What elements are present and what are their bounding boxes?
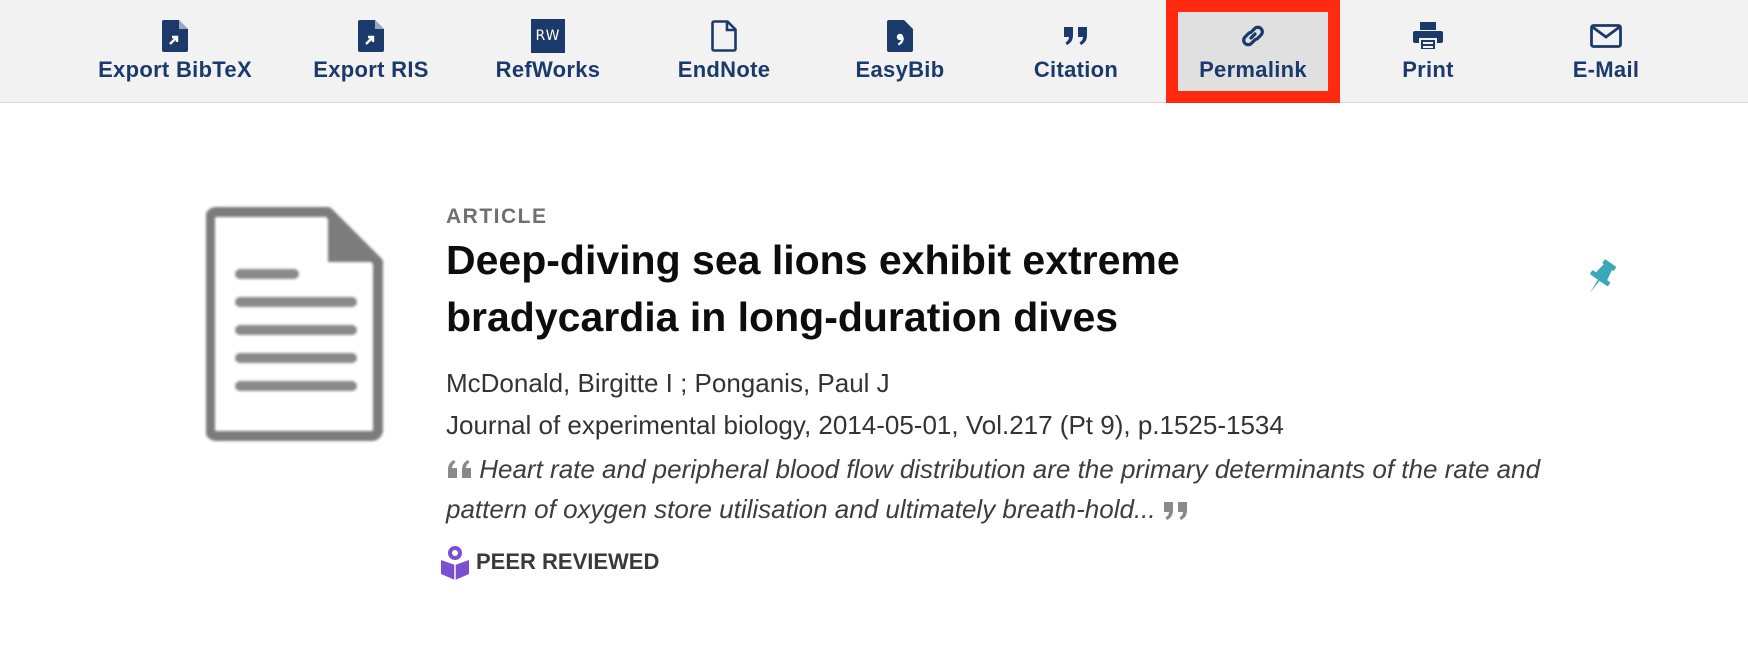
pushpin-icon[interactable] — [1580, 256, 1622, 298]
document-icon — [205, 206, 386, 442]
link-icon — [1235, 18, 1271, 54]
file-comma-icon — [882, 18, 918, 54]
close-quote-icon — [1163, 492, 1189, 530]
export-ris-button[interactable]: Export RIS — [306, 0, 436, 103]
peer-reviewed-icon — [440, 544, 470, 580]
refworks-button[interactable]: RW RefWorks — [488, 0, 608, 103]
open-quote-icon — [446, 452, 472, 490]
export-bibtex-label: Export BibTeX — [98, 57, 252, 82]
refworks-icon: RW — [530, 18, 566, 54]
citation-label: Citation — [1033, 57, 1119, 82]
refworks-icon-text: RW — [531, 19, 565, 53]
easybib-button[interactable]: EasyBib — [846, 0, 954, 103]
print-label: Print — [1402, 57, 1454, 82]
printer-icon — [1410, 18, 1446, 54]
peer-reviewed-label: PEER REVIEWED — [476, 549, 660, 574]
permalink-button[interactable]: Permalink — [1166, 0, 1340, 103]
permalink-label: Permalink — [1199, 57, 1307, 82]
file-icon — [706, 18, 742, 54]
peer-reviewed-badge: PEER REVIEWED — [440, 544, 659, 580]
record-title-link[interactable]: Deep-diving sea lions exhibit extreme br… — [446, 232, 1306, 346]
endnote-button[interactable]: EndNote — [668, 0, 780, 103]
envelope-icon — [1588, 18, 1624, 54]
snippet-text: Heart rate and peripheral blood flow dis… — [446, 454, 1541, 525]
record-source: Journal of experimental biology, 2014-05… — [446, 410, 1284, 440]
endnote-label: EndNote — [677, 57, 771, 82]
export-bibtex-button[interactable]: Export BibTeX — [94, 0, 256, 103]
export-ris-label: Export RIS — [313, 57, 429, 82]
file-export-icon — [353, 18, 389, 54]
record-authors: McDonald, Birgitte I ; Ponganis, Paul J — [446, 368, 890, 398]
print-button[interactable]: Print — [1382, 0, 1474, 103]
record-snippet: Heart rate and peripheral blood flow dis… — [446, 450, 1586, 530]
refworks-label: RefWorks — [495, 57, 601, 82]
resource-type-label: ARTICLE — [446, 205, 548, 228]
email-button[interactable]: E-Mail — [1556, 0, 1656, 103]
file-export-icon — [157, 18, 193, 54]
citation-button[interactable]: Citation — [1024, 0, 1128, 103]
easybib-label: EasyBib — [855, 57, 945, 82]
actions-toolbar: Export BibTeX Export RIS RW RefWorks End… — [0, 0, 1748, 103]
quote-icon — [1058, 18, 1094, 54]
email-label: E-Mail — [1572, 57, 1640, 82]
